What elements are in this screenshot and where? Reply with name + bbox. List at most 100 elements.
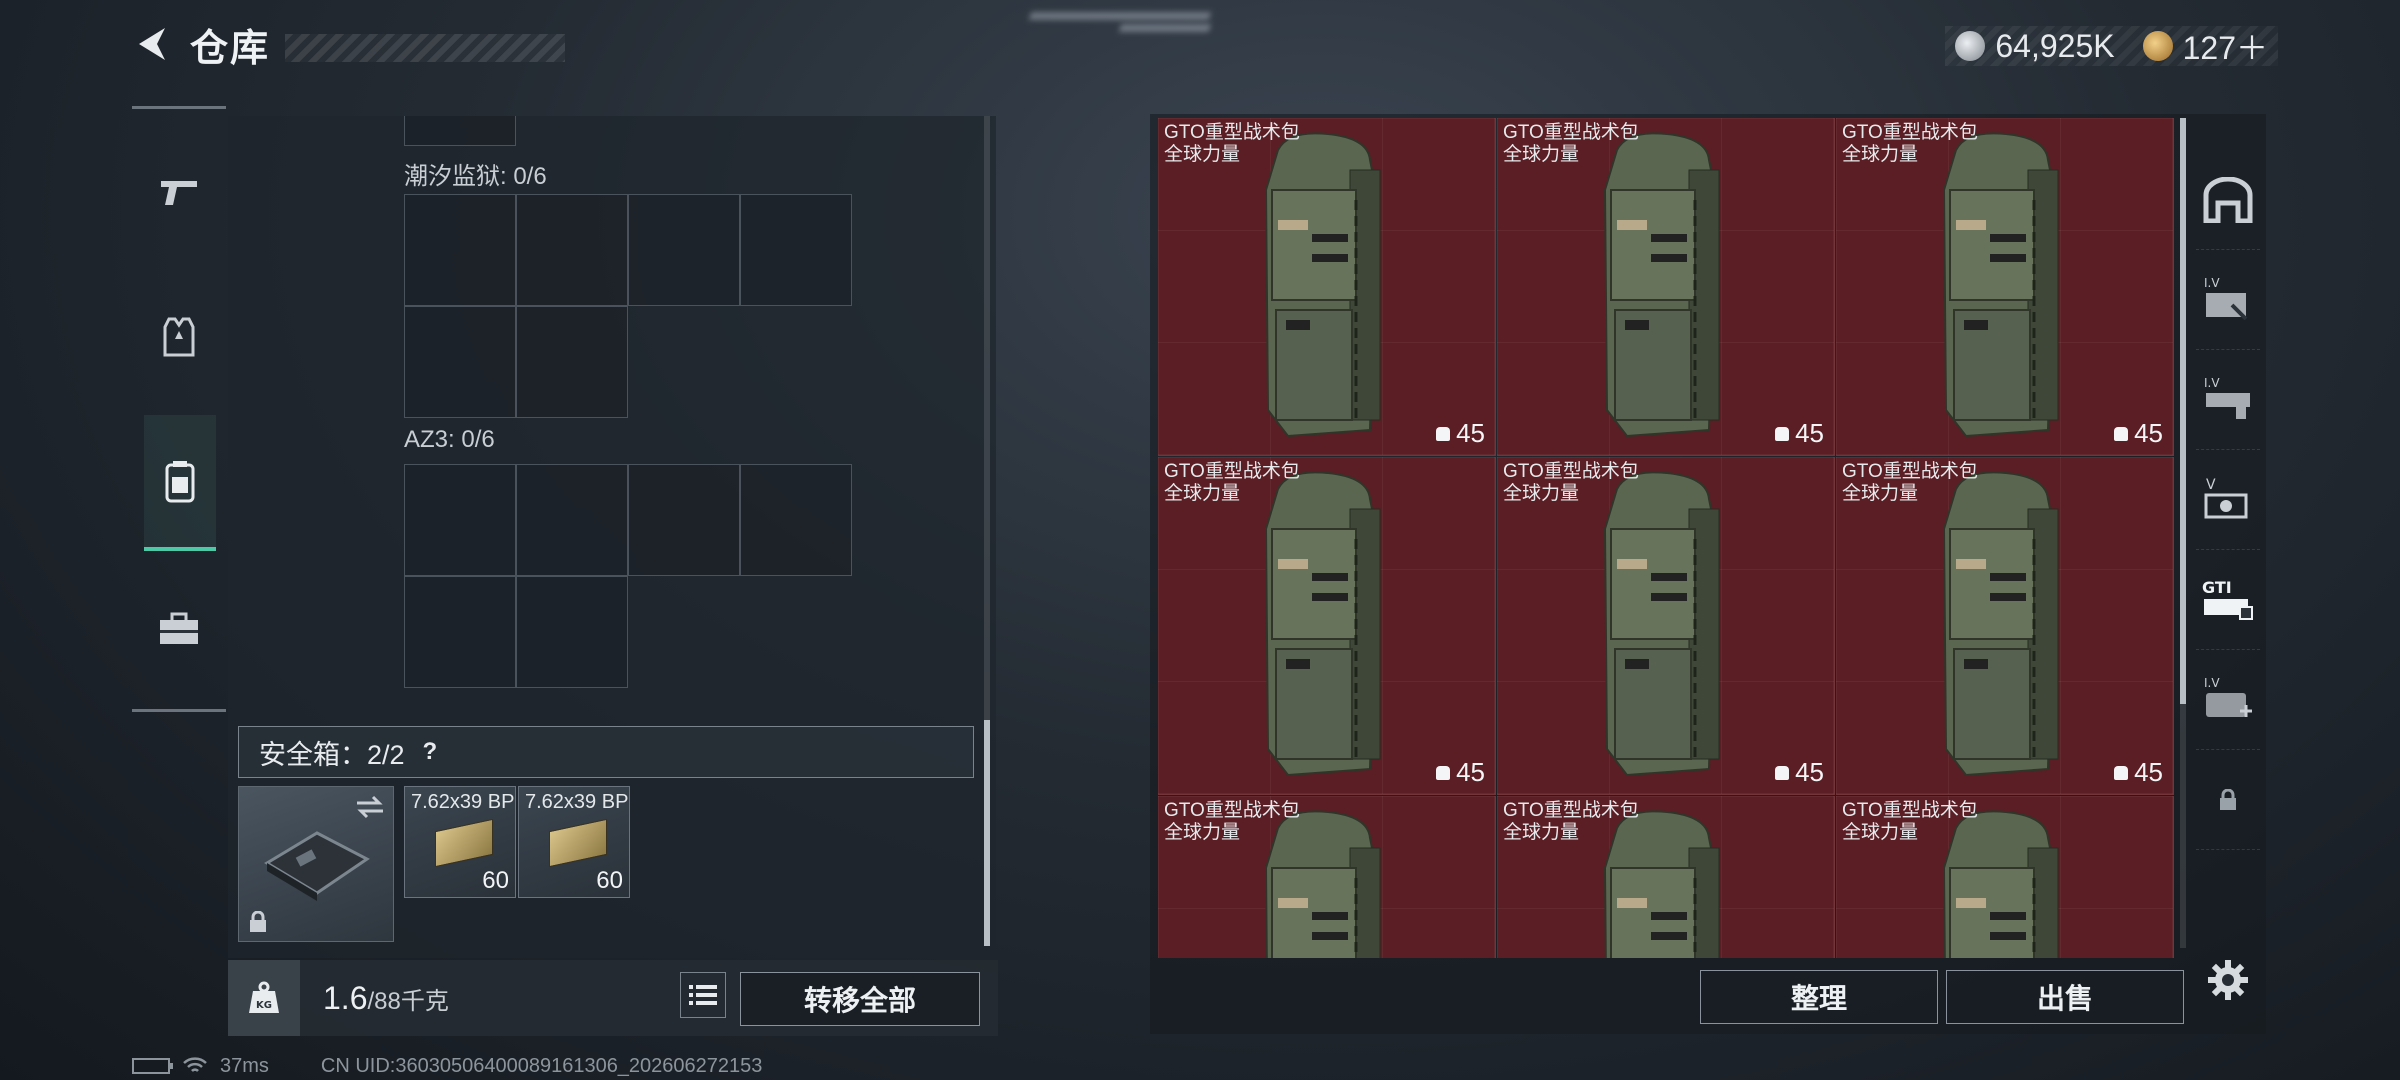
- svg-text:V: V: [2206, 477, 2216, 493]
- category-weapons[interactable]: [132, 123, 226, 259]
- stash-tab-2-icon: I.V: [2204, 376, 2250, 419]
- durability-icon: [2114, 426, 2129, 441]
- item-count: 45: [2134, 757, 2163, 787]
- weight-current: 1.6: [323, 980, 368, 1016]
- stash-tab-gti[interactable]: GTI: [2196, 550, 2260, 650]
- category-armor[interactable]: [132, 269, 226, 405]
- stash-tab-1[interactable]: I.V: [2196, 250, 2260, 350]
- ammo-item[interactable]: 7.62x39 BP 60: [518, 786, 630, 898]
- backpack-item-icon: [1942, 471, 2059, 777]
- ammo-count: 60: [482, 867, 509, 894]
- medkit-icon: I.V: [2204, 676, 2252, 717]
- ammo-box-icon: [435, 818, 493, 868]
- durability-icon: [2114, 765, 2129, 780]
- backpack-item-icon: [1264, 471, 1381, 777]
- item-tag: 全球力量: [1164, 483, 1241, 504]
- ammo-box-icon: [549, 818, 607, 868]
- stash-tab-3-icon: V: [2204, 477, 2248, 518]
- sell-button[interactable]: 出售: [1946, 970, 2184, 1024]
- grid-slot[interactable]: [404, 464, 516, 576]
- item-durability: 45: [1775, 418, 1824, 449]
- stash-item-cell[interactable]: GTO重型战术包 全球力量 45: [1158, 118, 1496, 456]
- grid-slot[interactable]: [628, 194, 740, 306]
- weight-readout: 1.6/88千克: [323, 980, 449, 1017]
- weight-button[interactable]: KG: [228, 960, 300, 1036]
- container-label-az3: AZ3: 0/6: [404, 426, 495, 453]
- ceiling-light: [1119, 24, 1211, 32]
- stash-tab-3[interactable]: V: [2196, 450, 2260, 550]
- silver-amount: 64,925K: [1995, 27, 2115, 64]
- grid-slot[interactable]: [740, 194, 852, 306]
- stash-tab-2[interactable]: I.V: [2196, 350, 2260, 450]
- ammo-item[interactable]: 7.62x39 BP 60: [404, 786, 516, 898]
- grid-slot[interactable]: [404, 194, 516, 306]
- item-tag: 全球力量: [1503, 483, 1580, 504]
- stash-tab-all[interactable]: [2196, 150, 2260, 250]
- category-backpack[interactable]: [144, 415, 216, 551]
- backpack-item-icon: [1264, 810, 1381, 958]
- toolbox-icon: [160, 612, 198, 644]
- transfer-all-button[interactable]: 转移全部: [740, 972, 980, 1026]
- silver-coin-icon: [1955, 31, 1986, 61]
- stash-tab-gti-icon: GTI: [2202, 578, 2253, 620]
- grid-slot[interactable]: [404, 576, 516, 688]
- stash-item-cell[interactable]: GTO重型战术包 全球力量: [1158, 796, 1496, 958]
- item-tag: 全球力量: [1164, 144, 1241, 165]
- stash-scrollbar-thumb[interactable]: [2180, 118, 2186, 704]
- page-header: 仓库: [130, 22, 270, 70]
- item-name: GTO重型战术包: [1164, 122, 1300, 143]
- svg-text:GTI: GTI: [2202, 578, 2232, 597]
- stash-tab-locked[interactable]: [2196, 750, 2260, 850]
- stash-item-grid[interactable]: GTO重型战术包 全球力量 45 GTO重型战术包 全球力量 45 GTO重型战…: [1158, 118, 2174, 958]
- grid-slot[interactable]: [516, 576, 628, 688]
- safebox-label: 安全箱：2/2: [259, 739, 405, 770]
- stash-tab-5[interactable]: I.V: [2196, 650, 2260, 750]
- backpack-item-icon: [1264, 132, 1381, 438]
- grid-slot[interactable]: [404, 116, 516, 146]
- item-tag: 全球力量: [1842, 483, 1919, 504]
- settings-button[interactable]: [2196, 948, 2260, 1012]
- category-toolbox[interactable]: [132, 561, 226, 697]
- item-tag: 全球力量: [1503, 822, 1580, 843]
- item-tag: 全球力量: [1164, 822, 1241, 843]
- grid-slot[interactable]: [628, 464, 740, 576]
- help-icon[interactable]: ?: [423, 738, 438, 766]
- safebox-item[interactable]: [238, 786, 394, 942]
- gold-amount[interactable]: 127＋: [2183, 23, 2268, 69]
- stash-item-cell[interactable]: GTO重型战术包 全球力量 45: [1836, 457, 2174, 795]
- durability-icon: [1436, 426, 1451, 441]
- item-name: GTO重型战术包: [1842, 800, 1978, 821]
- safebox-case-icon: [264, 831, 370, 901]
- stash-item-cell[interactable]: GTO重型战术包 全球力量 45: [1158, 457, 1496, 795]
- svg-text:KG: KG: [256, 1000, 272, 1011]
- stash-item-cell[interactable]: GTO重型战术包 全球力量 45: [1497, 118, 1835, 456]
- stash-item-cell[interactable]: GTO重型战术包 全球力量: [1497, 796, 1835, 958]
- status-bar: 37ms CN UID:3603050640008916130​6_202606…: [132, 1054, 762, 1078]
- list-icon: [689, 985, 717, 1005]
- kg-weight-icon: KG: [249, 981, 279, 1013]
- stash-item-cell[interactable]: GTO重型战术包 全球力量 45: [1836, 118, 2174, 456]
- stash-item-cell[interactable]: GTO重型战术包 全球力量 45: [1497, 457, 1835, 795]
- item-count: 45: [1456, 418, 1485, 448]
- lock-icon: [2220, 788, 2236, 810]
- grid-slot[interactable]: [404, 306, 516, 418]
- grid-slot[interactable]: [516, 306, 628, 418]
- container-label-tide-prison: 潮汐监狱: 0/6: [404, 163, 547, 190]
- grid-slot[interactable]: [740, 464, 852, 576]
- stash-item-cell[interactable]: GTO重型战术包 全球力量: [1836, 796, 2174, 958]
- item-durability: 45: [2114, 418, 2163, 449]
- vest-icon: [163, 317, 195, 357]
- category-rail: [132, 106, 226, 712]
- grid-slot[interactable]: [516, 194, 628, 306]
- organize-button[interactable]: 整理: [1700, 970, 1938, 1024]
- item-name: GTO重型战术包: [1503, 461, 1639, 482]
- back-button[interactable]: [130, 22, 176, 66]
- svg-text:I.V: I.V: [2204, 676, 2220, 690]
- item-name: GTO重型战术包: [1164, 461, 1300, 482]
- backpack-item-icon: [1942, 810, 2059, 958]
- svg-text:I.V: I.V: [2204, 276, 2220, 290]
- container-scrollbar-thumb[interactable]: [984, 720, 990, 946]
- back-arrow-icon: [139, 28, 165, 60]
- grid-slot[interactable]: [516, 464, 628, 576]
- list-view-button[interactable]: [680, 972, 726, 1018]
